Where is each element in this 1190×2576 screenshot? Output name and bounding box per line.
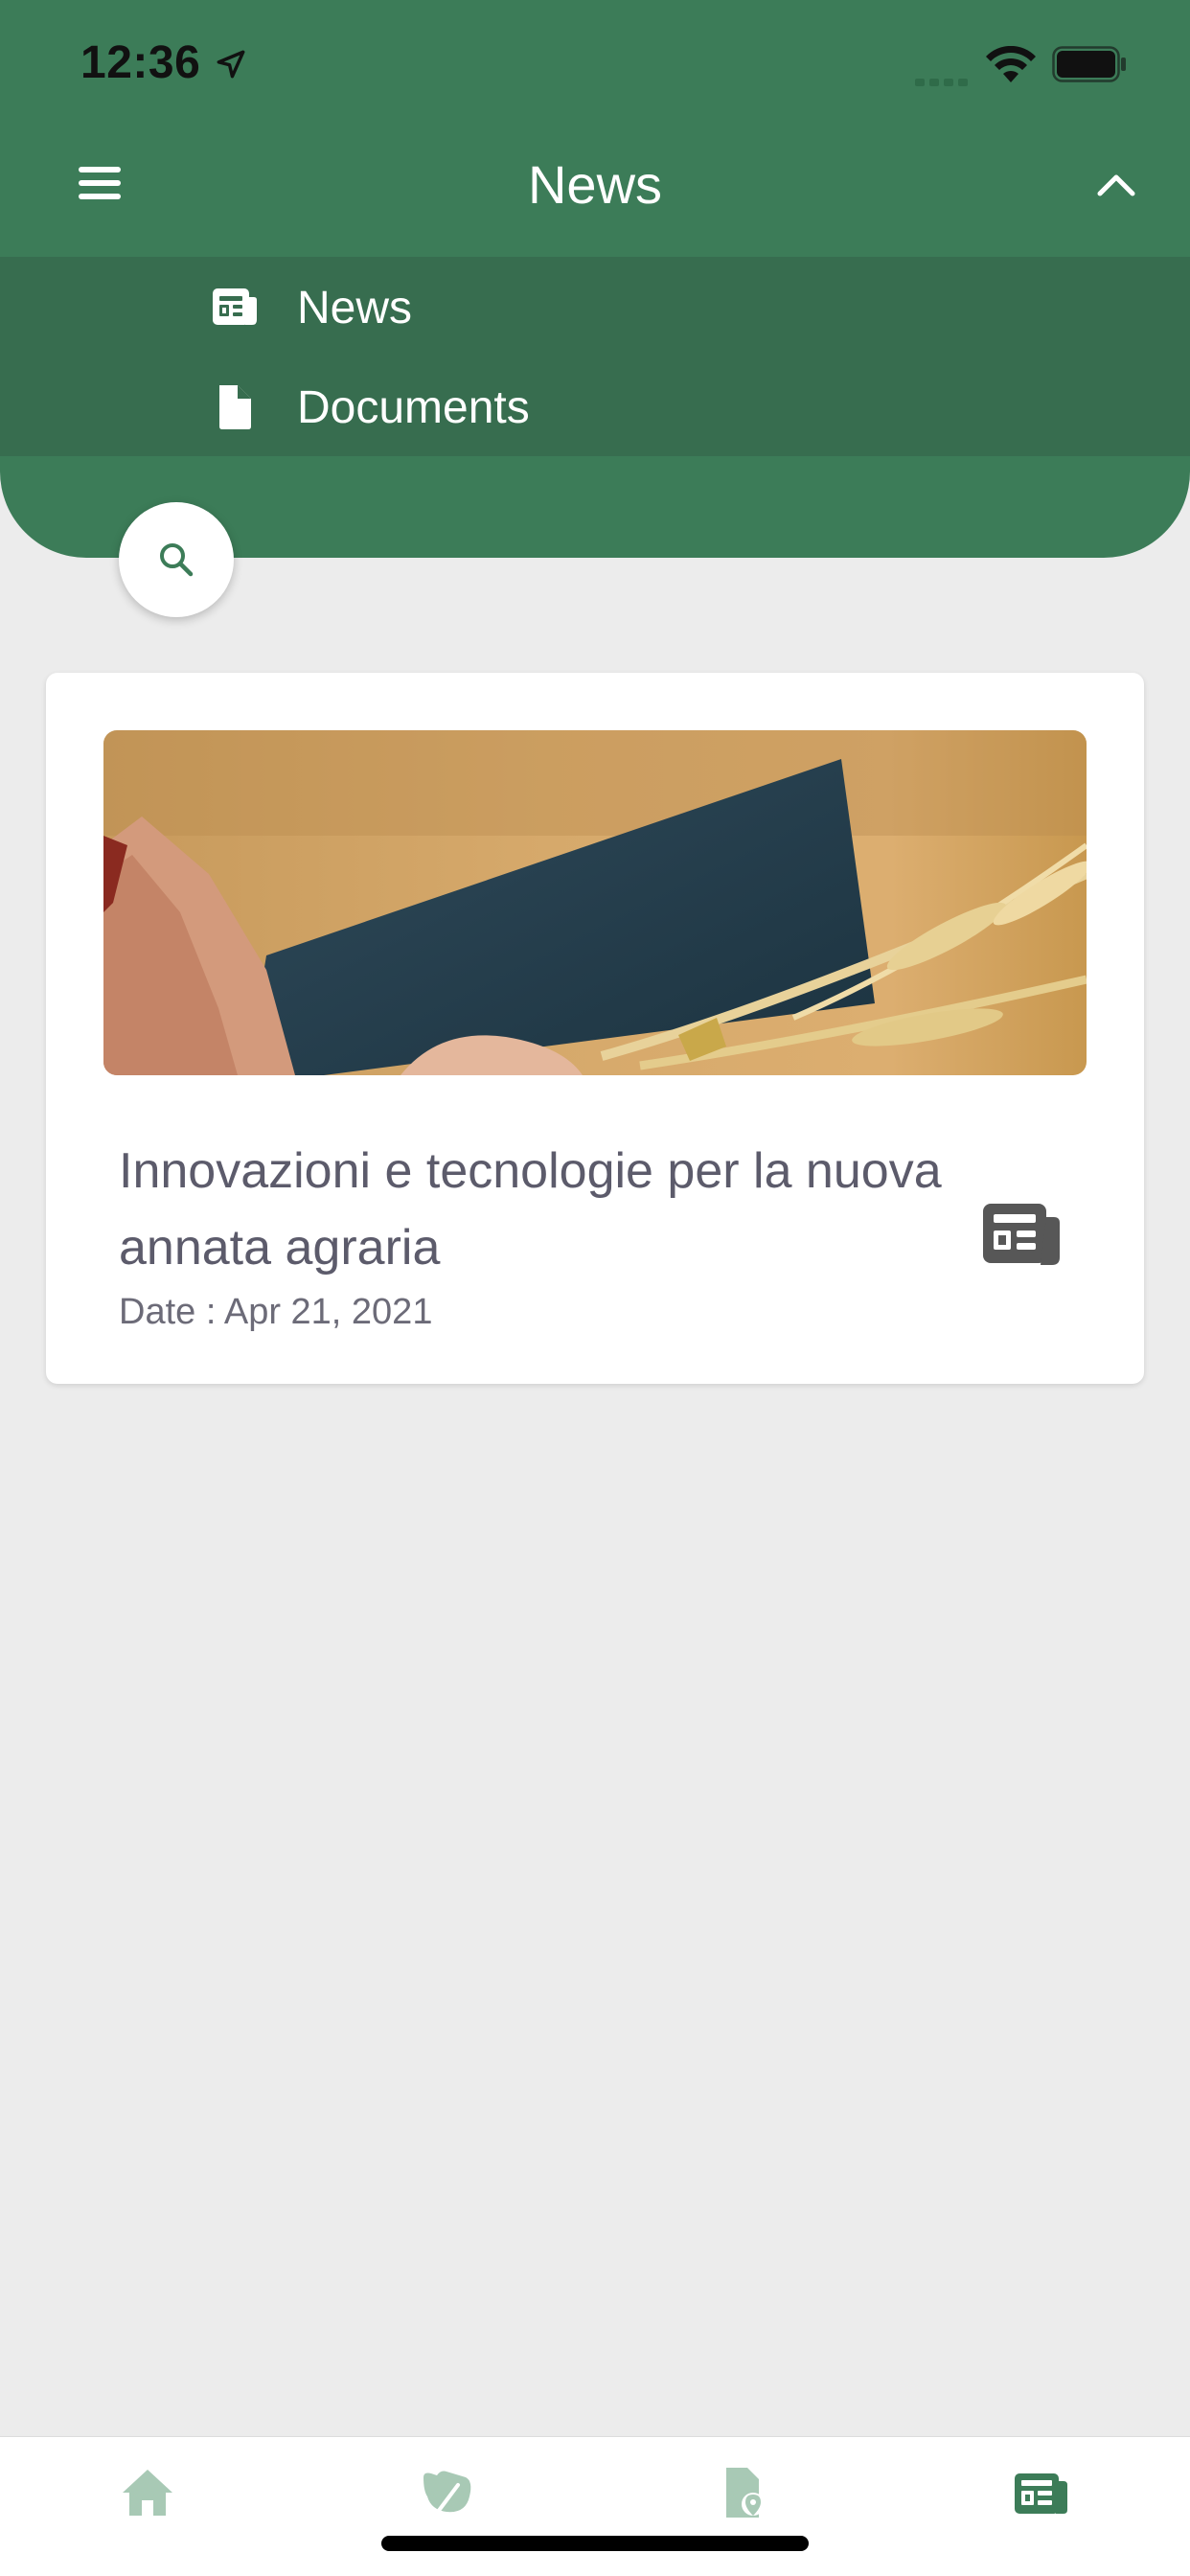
section-dropdown-menu: News Documents (0, 257, 1190, 456)
news-date-value: Apr 21, 2021 (223, 1292, 433, 1332)
document-icon (219, 385, 251, 429)
tab-news[interactable] (1012, 2464, 1069, 2521)
battery-icon (1052, 46, 1126, 82)
newspaper-icon (1015, 2473, 1067, 2514)
status-time: 12:36 (80, 37, 201, 88)
news-title: Innovazioni e tecnologie per la nuova an… (119, 1143, 942, 1276)
news-thumbnail-image (103, 730, 1087, 1075)
leaf-icon (423, 2471, 471, 2518)
dropdown-item-documents[interactable]: Documents (211, 364, 786, 450)
news-date-label: Date : (119, 1292, 224, 1332)
dropdown-item-label: Documents (297, 381, 530, 433)
newspaper-icon (983, 1204, 1060, 1265)
news-date: Date : Apr 21, 2021 (119, 1292, 432, 1333)
dropdown-item-label: News (297, 282, 413, 334)
search-button[interactable] (119, 502, 234, 617)
tab-crops[interactable] (418, 2464, 475, 2521)
cellular-signal-icon (915, 79, 968, 86)
location-arrow-icon (217, 50, 245, 79)
tab-field-documents[interactable] (715, 2464, 772, 2521)
app-header: News (0, 125, 1190, 257)
status-bar: 12:36 (0, 0, 1190, 125)
search-icon (160, 543, 194, 577)
page-title: News (527, 154, 663, 215)
tab-home[interactable] (119, 2464, 176, 2521)
bottom-tab-bar (0, 2436, 1190, 2576)
dropdown-item-news[interactable]: News (211, 264, 786, 351)
home-indicator[interactable] (381, 2536, 809, 2551)
news-card[interactable]: Innovazioni e tecnologie per la nuova an… (46, 673, 1144, 1384)
news-screen: 12:36 News News Documents Innovazioni e … (0, 0, 1190, 2576)
wifi-icon (986, 46, 1036, 82)
chevron-up-icon[interactable] (1092, 161, 1140, 209)
home-icon (123, 2470, 172, 2516)
document-location-icon (726, 2468, 765, 2518)
newspaper-icon (213, 288, 257, 325)
